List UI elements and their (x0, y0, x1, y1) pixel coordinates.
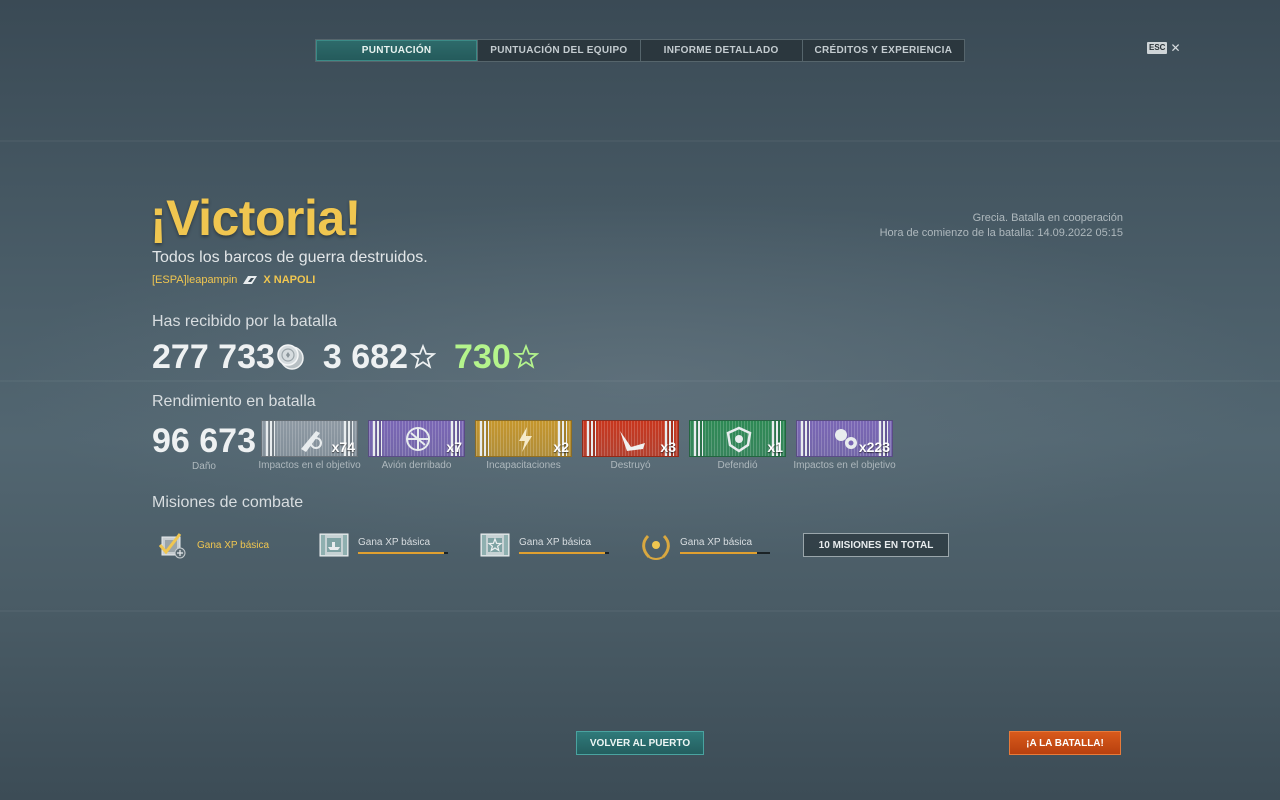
ribbon-badge: x223 (796, 420, 893, 457)
mission-label: Gana XP básica (358, 536, 431, 548)
esc-key-label: ESC (1147, 42, 1168, 54)
mission-laurel-icon (642, 534, 670, 560)
tab-informe-detallado[interactable]: INFORME DETALLADO (641, 40, 803, 61)
tab-puntuacion-equipo[interactable]: PUNTUACIÓN DEL EQUIPO (478, 40, 641, 61)
ribbon-item[interactable]: x1 Defendió (684, 420, 791, 472)
torpedo-hit-icon (301, 431, 322, 452)
performance-row: 96 673 Daño x74 Impactos en el objetivo x7… (152, 420, 898, 472)
result-title: ¡Victoria! (150, 190, 361, 246)
ribbon-badge: x3 (582, 420, 679, 457)
free-xp-reward: 730 (454, 338, 539, 377)
ribbon-edge (587, 421, 596, 456)
mission-ship-icon (319, 533, 349, 557)
mission-item[interactable]: Gana XP básica (639, 528, 800, 562)
ribbon-label: Impactos en el objetivo (258, 460, 361, 471)
ribbon-edge (266, 421, 275, 456)
plane-shot-down-icon (406, 427, 430, 451)
mission-item[interactable]: Gana XP básica (478, 528, 639, 562)
results-tabs: PUNTUACIÓN PUNTUACIÓN DEL EQUIPO INFORME… (315, 39, 965, 62)
mission-progress-fill (519, 551, 605, 554)
player-line: [ESPA]leapampin X NAPOLI (152, 274, 315, 286)
return-to-port-button[interactable]: VOLVER AL PUERTO (576, 731, 704, 755)
tab-creditos-experiencia[interactable]: CRÉDITOS Y EXPERIENCIA (803, 40, 964, 61)
battle-start-time: Hora de comienzo de la batalla: 14.09.20… (879, 227, 1123, 239)
mission-complete-icon (158, 533, 186, 559)
xp-value: 3 682 (322, 337, 408, 376)
ribbon-count: x74 (331, 439, 355, 455)
ribbon-edge (694, 421, 703, 456)
rewards-row: 277 733 3 682 730 (152, 337, 557, 377)
ribbons-list: x74 Impactos en el objetivo x7 Avión derrib… (256, 420, 898, 472)
ribbon-count: x1 (767, 439, 783, 455)
background-band (0, 380, 1280, 382)
mission-progress-bar (680, 551, 770, 554)
ship-name: X NAPOLI (263, 274, 316, 286)
mission-item[interactable]: Gana XP básica (317, 528, 478, 562)
tab-puntuacion[interactable]: PUNTUACIÓN (316, 40, 479, 61)
damage-stat: 96 673 Daño (152, 420, 256, 472)
ribbon-item[interactable]: x3 Destruyó (577, 420, 684, 472)
free-xp-value: 730 (454, 337, 511, 376)
mission-progress-fill (680, 551, 757, 554)
ribbon-badge: x2 (475, 420, 572, 457)
ribbon-item[interactable]: x2 Incapacitaciones (470, 420, 577, 472)
mission-label: Gana XP básica (680, 536, 753, 548)
shell-hit-icon (835, 429, 857, 449)
mission-progress-bar (519, 551, 609, 554)
xp-reward: 3 682 (323, 338, 436, 377)
ribbon-badge: x74 (261, 420, 358, 457)
rewards-title: Has recibido por la batalla (152, 313, 337, 330)
close-icon: ✕ (1170, 41, 1181, 55)
lightning-icon (519, 427, 532, 452)
ribbon-badge: x7 (368, 420, 465, 457)
ribbon-item[interactable]: x7 Avión derribado (363, 420, 470, 472)
ribbon-count: x223 (858, 439, 890, 455)
sinking-ship-icon (620, 431, 645, 451)
mission-item[interactable]: Gana XP básica (156, 528, 317, 562)
to-battle-button[interactable]: ¡A LA BATALLA! (1009, 731, 1121, 755)
ribbon-label: Destruyó (610, 460, 651, 471)
ribbon-label: Avión derribado (381, 460, 452, 471)
ribbon-label: Defendió (717, 460, 758, 471)
credits-icon (277, 344, 304, 370)
mission-progress-bar (358, 551, 448, 554)
cruiser-class-icon (243, 276, 258, 284)
damage-label: Daño (192, 461, 216, 472)
damage-value: 96 673 (152, 422, 256, 460)
shield-icon (726, 426, 752, 453)
ribbon-item[interactable]: x74 Impactos en el objetivo (256, 420, 363, 472)
result-subtitle: Todos los barcos de guerra destruidos. (152, 249, 428, 266)
xp-star-icon (410, 344, 436, 369)
ribbon-count: x3 (660, 439, 676, 455)
battle-mode: Grecia. Batalla en cooperación (972, 212, 1123, 224)
credits-value: 277 733 (152, 337, 275, 376)
ribbon-edge (480, 421, 489, 456)
all-missions-button[interactable]: 10 MISIONES EN TOTAL (803, 533, 949, 557)
ribbon-label: Impactos en el objetivo (793, 460, 896, 471)
missions-title: Misiones de combate (152, 494, 304, 511)
ribbon-count: x7 (446, 439, 462, 455)
mission-label: Gana XP básica (197, 539, 270, 551)
ribbon-count: x2 (553, 439, 569, 455)
credits-reward: 277 733 (152, 338, 305, 377)
close-button[interactable]: ESC ✕ (1147, 42, 1181, 54)
battle-info: Grecia. Batalla en cooperación Hora de c… (880, 211, 1123, 241)
background-band (0, 610, 1280, 612)
missions-row: Gana XP básica Gana XP básica Gana XP bá… (156, 528, 949, 562)
ribbon-label: Incapacitaciones (486, 460, 561, 471)
ribbon-edge (373, 421, 382, 456)
mission-label: Gana XP básica (519, 536, 592, 548)
ribbon-badge: x1 (689, 420, 786, 457)
player-name: [ESPA]leapampin (152, 274, 238, 286)
performance-title: Rendimiento en batalla (152, 393, 316, 410)
free-xp-star-icon (512, 344, 539, 369)
mission-progress-fill (358, 551, 444, 554)
ribbon-item[interactable]: x223 Impactos en el objetivo (791, 420, 898, 472)
mission-star-icon (480, 533, 510, 557)
ribbon-edge (801, 421, 810, 456)
background-band (0, 140, 1280, 142)
